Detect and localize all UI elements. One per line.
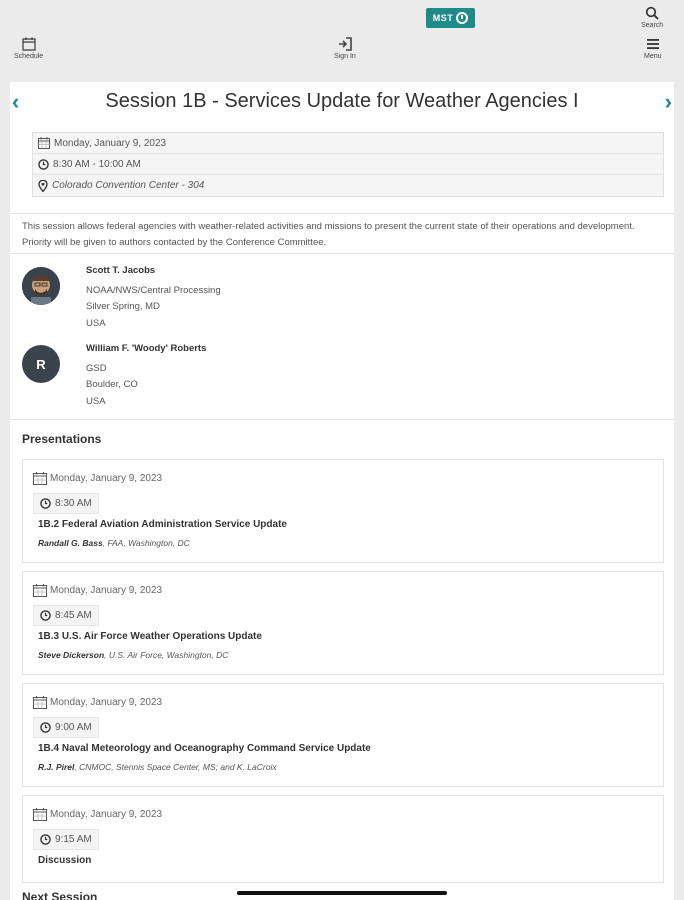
schedule-button[interactable]: Schedule xyxy=(14,37,43,60)
session-location-row: Colorado Convention Center - 304 xyxy=(33,175,663,196)
presenter-affiliation: , CNMOC, Stennis Space Center, MS; and K… xyxy=(74,762,277,772)
avatar xyxy=(22,267,60,305)
presentation-card[interactable]: Monday, January 9, 2023 8:45 AM 1B.3 U.S… xyxy=(22,571,664,675)
presenter-affiliation: , FAA, Washington, DC xyxy=(102,538,190,548)
calendar-icon xyxy=(21,37,36,51)
presentation-time: 9:00 AM xyxy=(55,722,92,733)
presentation-date-text: Monday, January 9, 2023 xyxy=(50,473,163,484)
session-date: Monday, January 9, 2023 xyxy=(54,137,167,149)
chair-city: Silver Spring, MD xyxy=(86,301,160,312)
chair-info: William F. 'Woody' Roberts GSD Boulder, … xyxy=(86,341,206,410)
presentation-time: 8:30 AM xyxy=(55,498,92,509)
calendar-icon xyxy=(33,584,47,597)
chair-city: Boulder, CO xyxy=(86,379,138,390)
session-detail-panel: ‹ Session 1B - Services Update for Weath… xyxy=(10,82,674,900)
presenter-name: Randall G. Bass xyxy=(38,538,103,548)
chair-info: Scott T. Jacobs NOAA/NWS/Central Process… xyxy=(86,263,221,332)
divider xyxy=(10,253,674,254)
presentation-date-text: Monday, January 9, 2023 xyxy=(50,585,163,596)
presentation-date: Monday, January 9, 2023 xyxy=(33,808,162,821)
divider xyxy=(10,213,674,214)
session-chair: Scott T. Jacobs NOAA/NWS/Central Process… xyxy=(22,263,662,333)
chair-organization: GSD xyxy=(86,362,107,374)
presentation-date: Monday, January 9, 2023 xyxy=(33,472,162,485)
session-info-box: Monday, January 9, 2023 8:30 AM - 10:00 … xyxy=(32,132,664,197)
clock-icon xyxy=(38,158,49,170)
chair-name: Scott T. Jacobs xyxy=(86,265,156,276)
session-time: 8:30 AM - 10:00 AM xyxy=(53,158,141,170)
clock-logo-icon xyxy=(456,12,469,24)
presentation-title-link[interactable]: 1B.2 Federal Aviation Administration Ser… xyxy=(38,519,287,530)
calendar-icon xyxy=(33,696,47,709)
menu-label: Menu xyxy=(644,53,662,60)
chair-organization: NOAA/NWS/Central Processing xyxy=(86,284,221,296)
presentation-time-badge: 9:15 AM xyxy=(33,829,99,850)
presenter-affiliation: , U.S. Air Force, Washington, DC xyxy=(104,650,229,660)
presentation-card[interactable]: Monday, January 9, 2023 8:30 AM 1B.2 Fed… xyxy=(22,459,664,563)
search-icon xyxy=(645,6,659,20)
search-button[interactable]: Search xyxy=(641,6,663,29)
presentation-time-badge: 8:45 AM xyxy=(33,605,99,626)
hamburger-menu-icon xyxy=(646,39,659,49)
presentation-title-link[interactable]: 1B.4 Naval Meteorology and Oceanography … xyxy=(38,743,371,754)
sign-in-button[interactable]: Sign In xyxy=(334,37,356,60)
chair-country: USA xyxy=(86,395,106,407)
presentation-time: 9:15 AM xyxy=(55,834,92,845)
presentation-authors: R.J. Pirel, CNMOC, Stennis Space Center,… xyxy=(38,762,277,772)
menu-button[interactable]: Menu xyxy=(644,37,662,60)
top-bar: Schedule MST Sign In Search Menu xyxy=(0,0,684,80)
previous-session-chevron-left-icon[interactable]: ‹ xyxy=(12,90,19,114)
calendar-icon xyxy=(33,472,47,485)
presentation-date: Monday, January 9, 2023 xyxy=(33,584,162,597)
search-label: Search xyxy=(641,22,664,29)
chair-name: William F. 'Woody' Roberts xyxy=(86,343,207,354)
clock-icon xyxy=(40,610,51,621)
presentation-time-badge: 9:00 AM xyxy=(33,717,99,738)
home-indicator[interactable] xyxy=(237,891,447,895)
presentation-card[interactable]: Monday, January 9, 2023 9:00 AM 1B.4 Nav… xyxy=(22,683,664,787)
presentation-date-text: Monday, January 9, 2023 xyxy=(50,697,163,708)
presentation-title-link[interactable]: 1B.3 U.S. Air Force Weather Operations U… xyxy=(38,631,262,642)
clock-icon xyxy=(40,498,51,509)
session-description: This session allows federal agencies wit… xyxy=(22,221,635,248)
clock-icon xyxy=(40,834,51,845)
chair-country: USA xyxy=(86,317,106,329)
session-title: Session 1B - Services Update for Weather… xyxy=(105,90,579,112)
presentation-authors: Randall G. Bass, FAA, Washington, DC xyxy=(38,538,190,548)
logo-text: MST xyxy=(432,13,454,23)
schedule-label: Schedule xyxy=(14,53,44,60)
next-session-chevron-right-icon[interactable]: › xyxy=(665,90,672,114)
presenter-name: R.J. Pirel xyxy=(38,762,75,772)
session-location: Colorado Convention Center - 304 xyxy=(52,180,205,191)
presentation-date-text: Monday, January 9, 2023 xyxy=(50,809,163,820)
presentation-time-badge: 8:30 AM xyxy=(33,493,99,514)
presenter-name: Steve Dickerson xyxy=(38,650,105,660)
sign-in-label: Sign In xyxy=(334,53,356,60)
avatar: R xyxy=(22,345,60,383)
presentations-heading: Presentations xyxy=(22,432,102,446)
session-chair: R William F. 'Woody' Roberts GSD Boulder… xyxy=(22,341,662,411)
presentation-time: 8:45 AM xyxy=(55,610,92,621)
person-photo-icon xyxy=(22,267,60,305)
calendar-icon xyxy=(33,808,47,821)
divider xyxy=(10,419,674,420)
calendar-icon xyxy=(38,137,50,149)
mst-logo[interactable]: MST xyxy=(426,8,475,28)
sign-in-icon xyxy=(338,37,352,51)
presentation-title: Discussion xyxy=(38,855,92,866)
session-time-row: 8:30 AM - 10:00 AM xyxy=(33,154,663,175)
presentation-date: Monday, January 9, 2023 xyxy=(33,696,162,709)
presentation-card[interactable]: Monday, January 9, 2023 9:15 AM Discussi… xyxy=(22,795,664,883)
clock-icon xyxy=(40,722,51,733)
presentation-authors: Steve Dickerson, U.S. Air Force, Washing… xyxy=(38,650,228,660)
map-pin-icon xyxy=(38,179,48,192)
next-section-heading: Next Session xyxy=(22,890,98,900)
session-date-row: Monday, January 9, 2023 xyxy=(33,133,663,154)
